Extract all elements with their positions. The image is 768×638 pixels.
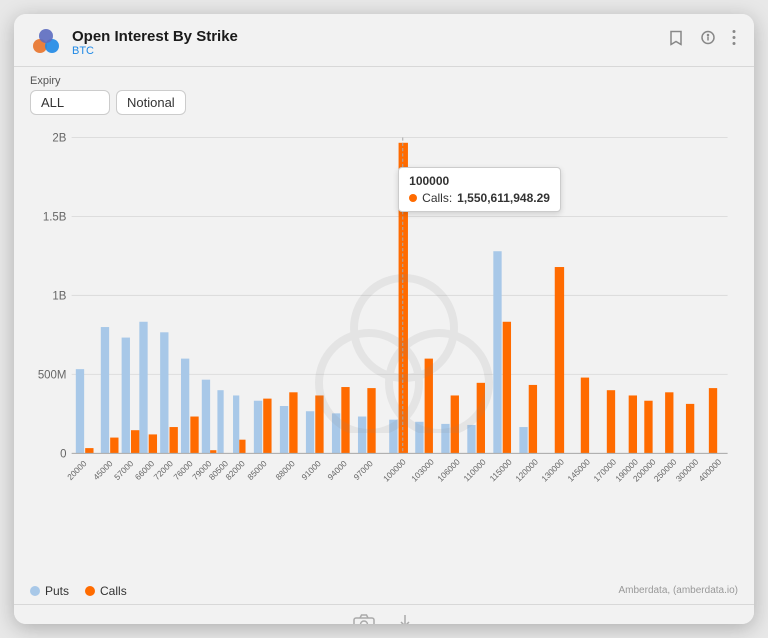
svg-text:20000: 20000 <box>65 458 89 482</box>
window-title: Open Interest By Strike <box>72 28 238 45</box>
chart-area: 2B 1.5B 1B 500M 0 <box>30 127 738 580</box>
svg-text:115000: 115000 <box>487 457 513 484</box>
controls-bar: Expiry Notional <box>14 67 754 123</box>
svg-text:130000: 130000 <box>539 456 566 483</box>
svg-text:1B: 1B <box>52 291 66 303</box>
svg-text:120000: 120000 <box>513 456 540 483</box>
svg-text:0: 0 <box>60 449 66 461</box>
svg-text:145000: 145000 <box>565 456 592 483</box>
title-text: Open Interest By Strike BTC <box>72 28 238 57</box>
title-actions <box>666 28 738 53</box>
calls-label: Calls <box>100 584 127 598</box>
legend: Puts Calls <box>30 584 127 598</box>
svg-text:66000: 66000 <box>133 458 157 482</box>
svg-text:100000: 100000 <box>381 456 408 483</box>
menu-button[interactable] <box>730 28 738 53</box>
svg-text:500M: 500M <box>38 370 67 382</box>
svg-text:300000: 300000 <box>674 456 701 483</box>
puts-dot <box>30 586 40 596</box>
puts-label: Puts <box>45 584 69 598</box>
app-logo <box>30 26 62 58</box>
svg-text:103000: 103000 <box>409 456 436 483</box>
calls-dot <box>85 586 95 596</box>
legend-calls: Calls <box>85 584 127 598</box>
svg-text:76000: 76000 <box>171 458 195 482</box>
footer-bar <box>14 604 754 624</box>
camera-button[interactable] <box>353 614 375 624</box>
info-button[interactable] <box>698 28 718 53</box>
chart-container: 2B 1.5B 1B 500M 0 <box>14 123 754 604</box>
svg-text:88000: 88000 <box>273 458 297 482</box>
svg-text:400000: 400000 <box>697 456 724 483</box>
svg-text:110000: 110000 <box>461 457 487 484</box>
bookmark-button[interactable] <box>666 28 686 53</box>
notional-button[interactable]: Notional <box>116 90 186 115</box>
svg-text:250000: 250000 <box>652 456 679 483</box>
window-subtitle: BTC <box>72 45 238 57</box>
expiry-label: Expiry <box>30 75 184 87</box>
legend-puts: Puts <box>30 584 69 598</box>
chart-footer: Puts Calls Amberdata, (amberdata.io) <box>30 580 738 604</box>
svg-text:85000: 85000 <box>245 458 269 482</box>
svg-text:97000: 97000 <box>351 458 375 482</box>
main-window: Open Interest By Strike BTC <box>14 14 754 624</box>
svg-text:82000: 82000 <box>223 458 247 482</box>
svg-text:1.5B: 1.5B <box>43 212 67 224</box>
svg-text:45000: 45000 <box>91 458 115 482</box>
expiry-section: Expiry Notional <box>30 75 186 115</box>
svg-text:91000: 91000 <box>299 458 323 482</box>
svg-text:57000: 57000 <box>112 458 136 482</box>
download-button[interactable] <box>395 613 415 624</box>
chart-svg: 2B 1.5B 1B 500M 0 <box>30 127 738 580</box>
amberdata-credit: Amberdata, (amberdata.io) <box>618 585 738 596</box>
svg-text:2B: 2B <box>52 133 66 145</box>
svg-text:72000: 72000 <box>152 458 176 482</box>
svg-text:94000: 94000 <box>325 458 349 482</box>
expiry-input[interactable] <box>30 90 110 115</box>
title-bar: Open Interest By Strike BTC <box>14 14 754 67</box>
svg-text:170000: 170000 <box>591 456 618 483</box>
svg-text:106000: 106000 <box>435 456 462 483</box>
